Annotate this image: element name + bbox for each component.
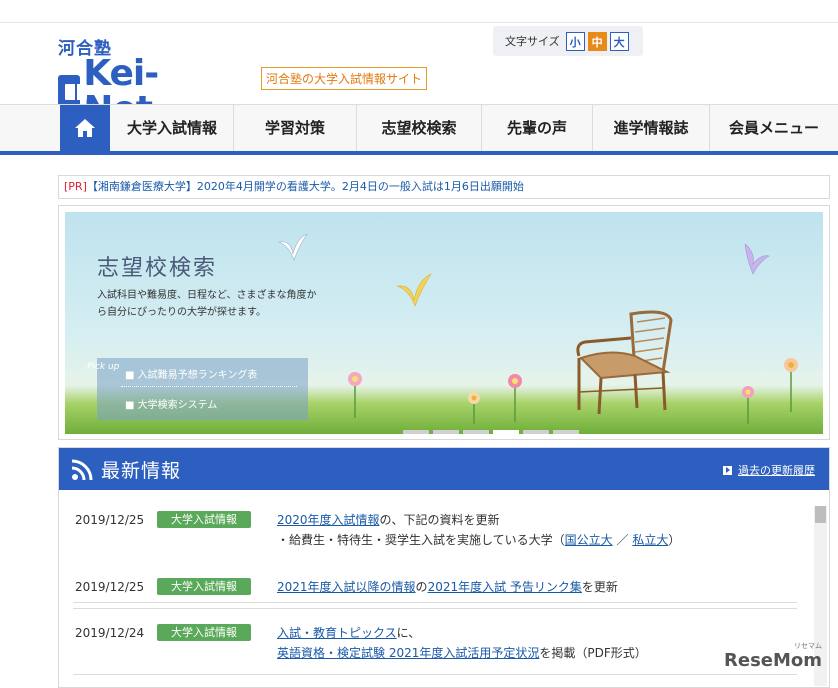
- news-link-private[interactable]: 私立大: [632, 533, 668, 547]
- flower-icon: [468, 392, 480, 424]
- news-link[interactable]: 英語資格・検定試験 2021年度入試活用予定状況: [277, 646, 539, 660]
- news-date: 2019/12/24: [75, 626, 145, 640]
- pickup-link-search[interactable]: ■ 大学検索システム: [125, 396, 217, 411]
- banner-title: 志望校検索: [97, 256, 218, 281]
- news-list: 2019/12/25 大学入試情報 2020年度入試情報の、下記の資料を更新 ・…: [59, 490, 809, 687]
- resemom-watermark: リセマム ReseMom: [724, 642, 823, 671]
- news-title: 最新情報: [101, 460, 182, 482]
- font-size-large-button[interactable]: 大: [609, 31, 629, 51]
- top-strip: [0, 0, 838, 23]
- nav-item-school-search[interactable]: 志望校検索: [357, 105, 482, 151]
- slide-dot-3[interactable]: [463, 430, 489, 434]
- bird-icon: [277, 233, 308, 261]
- slide-dot-4[interactable]: [493, 430, 519, 434]
- slide-dot-5[interactable]: [523, 430, 549, 434]
- site-tagline: 河合塾の大学入試情報サイト: [261, 67, 428, 90]
- bird-icon: [744, 243, 770, 275]
- news-category-badge: 大学入試情報: [157, 624, 251, 641]
- nav-home-button[interactable]: [60, 105, 110, 151]
- news-link[interactable]: 2020年度入試情報: [277, 513, 380, 527]
- pickup-label: Pick up: [87, 362, 120, 372]
- scrollbar-thumb[interactable]: [815, 506, 826, 523]
- nav-item-member-menu[interactable]: 会員メニュー: [710, 105, 838, 151]
- nav-item-magazine[interactable]: 進学情報誌: [593, 105, 710, 151]
- pickup-box: Pick up ■ 入試難易予想ランキング表 ■ 大学検索システム: [87, 358, 308, 420]
- news-text: 2020年度入試情報の、下記の資料を更新 ・給費生・特待生・奨学生入試を実施して…: [277, 513, 681, 547]
- news-date: 2019/12/25: [75, 513, 145, 527]
- nav-item-senior-voices[interactable]: 先輩の声: [482, 105, 593, 151]
- site-logo[interactable]: 河合塾 Kei-Net: [58, 34, 159, 128]
- font-size-switcher: 文字サイズ 小 中 大: [493, 26, 643, 56]
- flower-icon: [348, 372, 362, 418]
- hero-banner: 志望校検索 入試科目や難易度、日程など、さまざまな角度から自分にぴったりの大学が…: [58, 205, 830, 440]
- news-text: 入試・教育トピックスに、 英語資格・検定試験 2021年度入試活用予定状況を掲載…: [277, 626, 647, 660]
- news-link[interactable]: 入試・教育トピックス: [277, 626, 397, 640]
- pr-label: [PR]: [64, 180, 87, 193]
- news-category-badge: 大学入試情報: [157, 511, 251, 528]
- news-category-badge: 大学入試情報: [157, 578, 251, 595]
- slide-indicators: [403, 430, 583, 434]
- flower-icon: [508, 374, 522, 422]
- banner-slide[interactable]: 志望校検索 入試科目や難易度、日程など、さまざまな角度から自分にぴったりの大学が…: [65, 212, 823, 434]
- font-size-label: 文字サイズ: [505, 35, 560, 48]
- news-text: 2021年度入試以降の情報の2021年度入試 予告リンク集を更新: [277, 580, 618, 594]
- main-nav: 大学入試情報 学習対策 志望校検索 先輩の声 進学情報誌 会員メニュー: [0, 104, 838, 155]
- news-link[interactable]: 2021年度入試以降の情報: [277, 580, 416, 594]
- pr-ticker[interactable]: [PR]【湘南鎌倉医療大学】2020年4月開学の看護大学。2月4日の一般入試は1…: [58, 175, 830, 199]
- chair-illustration: [576, 310, 673, 415]
- home-icon: [75, 119, 95, 137]
- news-row: 2019/12/24 大学入試情報 入試・教育トピックスに、 英語資格・検定試験…: [73, 610, 797, 675]
- arrow-right-icon: [723, 466, 732, 475]
- flower-icon: [742, 386, 754, 424]
- nav-item-admissions[interactable]: 大学入試情報: [111, 105, 234, 151]
- news-date: 2019/12/25: [75, 580, 145, 594]
- font-size-small-button[interactable]: 小: [565, 31, 585, 51]
- news-link-national[interactable]: 国公立大: [565, 533, 613, 547]
- bird-icon: [396, 273, 432, 307]
- news-history-link[interactable]: 過去の更新履歴: [723, 462, 815, 478]
- slide-dot-1[interactable]: [403, 430, 429, 434]
- news-header: 最新情報 過去の更新履歴: [59, 448, 829, 490]
- pr-text[interactable]: 【湘南鎌倉医療大学】2020年4月開学の看護大学。2月4日の一般入試は1月6日出…: [87, 180, 524, 193]
- slide-dot-6[interactable]: [553, 430, 579, 434]
- rss-icon: [71, 459, 93, 481]
- news-section: 最新情報 過去の更新履歴 2019/12/25 大学入試情報 2020年度入試情…: [58, 447, 830, 688]
- news-link[interactable]: 2021年度入試 予告リンク集: [428, 580, 582, 594]
- font-size-medium-button[interactable]: 中: [587, 31, 607, 51]
- pickup-divider: [121, 386, 297, 387]
- news-row: 2019/12/25 大学入試情報 2021年度入試以降の情報の2021年度入試…: [73, 564, 797, 609]
- banner-description: 入試科目や難易度、日程など、さまざまな角度から自分にぴったりの大学が探せます。: [97, 290, 317, 318]
- pickup-link-ranking[interactable]: ■ 入試難易予想ランキング表: [125, 366, 257, 381]
- flower-icon: [784, 358, 798, 412]
- nav-item-study[interactable]: 学習対策: [234, 105, 357, 151]
- slide-dot-2[interactable]: [433, 430, 459, 434]
